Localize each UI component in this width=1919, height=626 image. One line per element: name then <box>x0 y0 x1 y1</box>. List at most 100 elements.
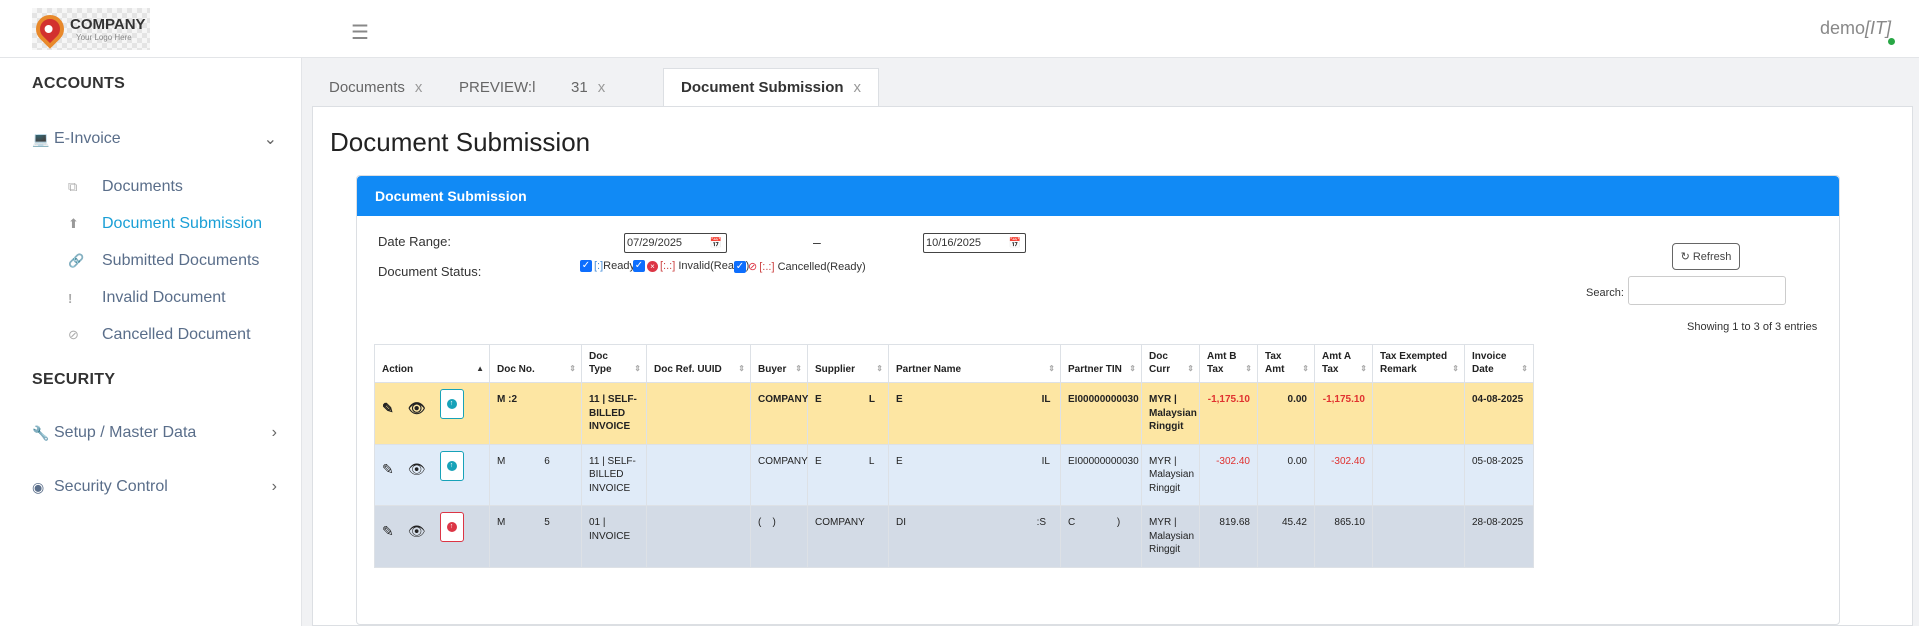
checkbox-checked-icon[interactable]: ✓ <box>580 260 592 272</box>
tab-close-icon[interactable]: x <box>598 79 606 96</box>
status-invalid-checkbox[interactable]: ✓ × [:.:] Invalid(Ready) <box>633 260 749 272</box>
supplier-cell: COMPANY <box>807 505 889 568</box>
eye-icon[interactable]: 👁 <box>408 460 426 479</box>
entries-info: Showing 1 to 3 of 3 entries <box>1687 321 1818 333</box>
chevron-right-icon: › <box>271 424 277 441</box>
calendar-icon[interactable]: 📅 <box>1009 238 1021 249</box>
sidebar-item-document-submission[interactable]: ⬆ Document Submission <box>68 215 262 233</box>
submit-button[interactable]: ↑ <box>439 450 464 481</box>
table-row[interactable]: ✎ 👁 ↑ M 6 11 | SELF-BILLED INVOICE COMPA… <box>374 443 1534 506</box>
column-header-doc-curr[interactable]: Doc Curr ⇕ <box>1141 344 1200 383</box>
column-header-supplier[interactable]: Supplier ⇕ <box>807 344 889 383</box>
e-invoice-label: E-Invoice <box>54 130 121 147</box>
table-row[interactable]: ✎ 👁 ↑ M 5 01 | INVOICE ( ) COMPANY DI :S <box>374 505 1534 568</box>
doc-type-cell: 11 | SELF-BILLED INVOICE <box>581 382 647 445</box>
column-header-action[interactable]: Action ▲ <box>374 344 490 383</box>
column-header-doc-no[interactable]: Doc No. ⇕ <box>489 344 582 383</box>
top-bar: COMPANY Your Logo Here ☰ demo[IT] <box>0 0 1919 58</box>
document-status-label: Document Status: <box>378 264 482 279</box>
sort-icon: ⇕ <box>1245 363 1252 373</box>
amt-b-tax-cell: -1,175.10 <box>1199 382 1258 445</box>
logo-tagline: Your Logo Here <box>76 32 132 42</box>
tab-preview[interactable]: PREVIEW:l 31 x <box>459 68 605 106</box>
doc-curr-cell: MYR | Malaysian Ringgit <box>1141 505 1200 568</box>
header-label: Partner TIN <box>1068 364 1122 375</box>
status-cancelled-checkbox[interactable]: ✓ ⊘ [:.:] Cancelled(Ready) <box>734 260 866 273</box>
ready-icon: [:.:] <box>759 260 775 273</box>
arrow-up-circle-icon: ↑ <box>446 460 457 471</box>
header-label: Doc Curr <box>1149 351 1171 375</box>
checkbox-checked-icon[interactable]: ✓ <box>734 260 746 273</box>
sidebar-item-submitted-documents[interactable]: 🔗 Submitted Documents <box>68 252 259 270</box>
sort-icon: ⇕ <box>1048 363 1055 373</box>
sidebar-item-security-control[interactable]: ◉ Security Control › <box>32 478 277 496</box>
buyer-cell: COMPANY <box>750 443 808 506</box>
sidebar-item-label: Submitted Documents <box>102 252 260 269</box>
refresh-label: Refresh <box>1692 250 1732 263</box>
tax-exempted-remark-cell <box>1372 382 1465 445</box>
shield-icon: ◉ <box>32 478 45 495</box>
tab-close-icon[interactable]: x <box>415 79 423 96</box>
edit-icon[interactable]: ✎ <box>382 460 394 479</box>
column-header-invoice-date[interactable]: Invoice Date ⇕ <box>1464 344 1534 383</box>
checkbox-checked-icon[interactable]: ✓ <box>633 260 645 272</box>
tab-label: PREVIEW:l <box>459 78 536 96</box>
eye-icon[interactable]: 👁 <box>408 522 426 541</box>
doc-type-cell: 11 | SELF-BILLED INVOICE <box>581 443 647 506</box>
sort-icon: ⇕ <box>1360 363 1367 373</box>
tab-close-icon[interactable]: x <box>854 79 862 96</box>
ban-icon: ⊘ <box>68 327 79 342</box>
table-row[interactable]: ✎ 👁 ↑ M :2 11 | SELF-BILLED INVOICE COMP… <box>374 382 1534 445</box>
link-icon: 🔗 <box>68 253 85 268</box>
edit-icon[interactable]: ✎ <box>382 522 394 541</box>
column-header-doc-ref-uuid[interactable]: Doc Ref. UUID ⇕ <box>646 344 751 383</box>
company-logo[interactable]: COMPANY Your Logo Here <box>30 8 150 50</box>
ban-icon: ⊘ <box>748 261 758 273</box>
sort-icon: ⇕ <box>876 363 883 373</box>
column-header-amt-a-tax[interactable]: Amt A Tax ⇕ <box>1314 344 1373 383</box>
refresh-button[interactable]: ↻ Refresh <box>1672 243 1740 270</box>
tab-document-submission[interactable]: Document Submission x <box>663 68 880 106</box>
sidebar-item-cancelled-document[interactable]: ⊘ Cancelled Document <box>68 326 251 344</box>
date-to-input[interactable]: 10/16/2025 📅 <box>923 233 1026 253</box>
date-from-input[interactable]: 07/29/2025 📅 <box>624 233 727 253</box>
date-to-value: 10/16/2025 <box>926 237 982 249</box>
calendar-icon[interactable]: 📅 <box>710 238 722 249</box>
user-name: demo <box>1819 18 1865 38</box>
eye-icon[interactable]: 👁 <box>408 399 426 418</box>
header-label: Doc No. <box>497 364 535 375</box>
tab-documents[interactable]: Documents x <box>329 68 422 106</box>
column-header-partner-tin[interactable]: Partner TIN ⇕ <box>1060 344 1142 383</box>
copy-icon: ⧉ <box>68 179 78 194</box>
doc-curr-cell: MYR | Malaysian Ringgit <box>1141 443 1200 506</box>
submit-button[interactable]: ↑ <box>439 389 464 419</box>
column-header-doc-type[interactable]: Doc Type ⇕ <box>581 344 647 383</box>
column-header-amt-b-tax[interactable]: Amt B Tax ⇕ <box>1199 344 1258 383</box>
status-ready-checkbox[interactable]: ✓ [:] Ready <box>580 260 635 272</box>
column-header-buyer[interactable]: Buyer ⇕ <box>750 344 808 383</box>
sidebar-item-setup-master-data[interactable]: 🔧 Setup / Master Data › <box>32 424 277 442</box>
sort-icon: ⇕ <box>1521 363 1528 373</box>
sidebar-item-documents[interactable]: ⧉ Documents <box>68 178 183 196</box>
edit-icon[interactable]: ✎ <box>382 399 394 418</box>
buyer-cell: COMPANY <box>750 382 808 445</box>
column-header-tax-amt[interactable]: Tax Amt ⇕ <box>1257 344 1315 383</box>
sidebar-item-label: Documents <box>102 178 183 195</box>
setup-label: Setup / Master Data <box>54 424 197 441</box>
sidebar-item-label: Cancelled Document <box>102 326 251 343</box>
column-header-partner-name[interactable]: Partner Name ⇕ <box>888 344 1061 383</box>
header-label: Amt B Tax <box>1207 351 1237 375</box>
tab-label: Document Submission <box>681 79 844 96</box>
logo-pin-icon <box>30 9 70 49</box>
action-cell: ✎ 👁 ↑ <box>374 505 490 568</box>
search-label: Search: <box>1586 287 1624 299</box>
user-menu[interactable]: demo[IT] <box>1820 18 1891 39</box>
hamburger-menu-icon[interactable]: ☰ <box>351 20 369 45</box>
invoice-date-cell: 04-08-2025 <box>1464 382 1534 445</box>
sidebar-item-invalid-document[interactable]: ! Invalid Document <box>68 289 226 307</box>
column-header-tax-exempted-remark[interactable]: Tax Exempted Remark ⇕ <box>1372 344 1465 383</box>
error-icon: × <box>647 260 658 272</box>
sidebar-item-e-invoice[interactable]: 💻 E-Invoice ⌄ <box>32 130 277 148</box>
submit-button[interactable]: ↑ <box>439 512 464 542</box>
search-input[interactable] <box>1628 276 1786 305</box>
